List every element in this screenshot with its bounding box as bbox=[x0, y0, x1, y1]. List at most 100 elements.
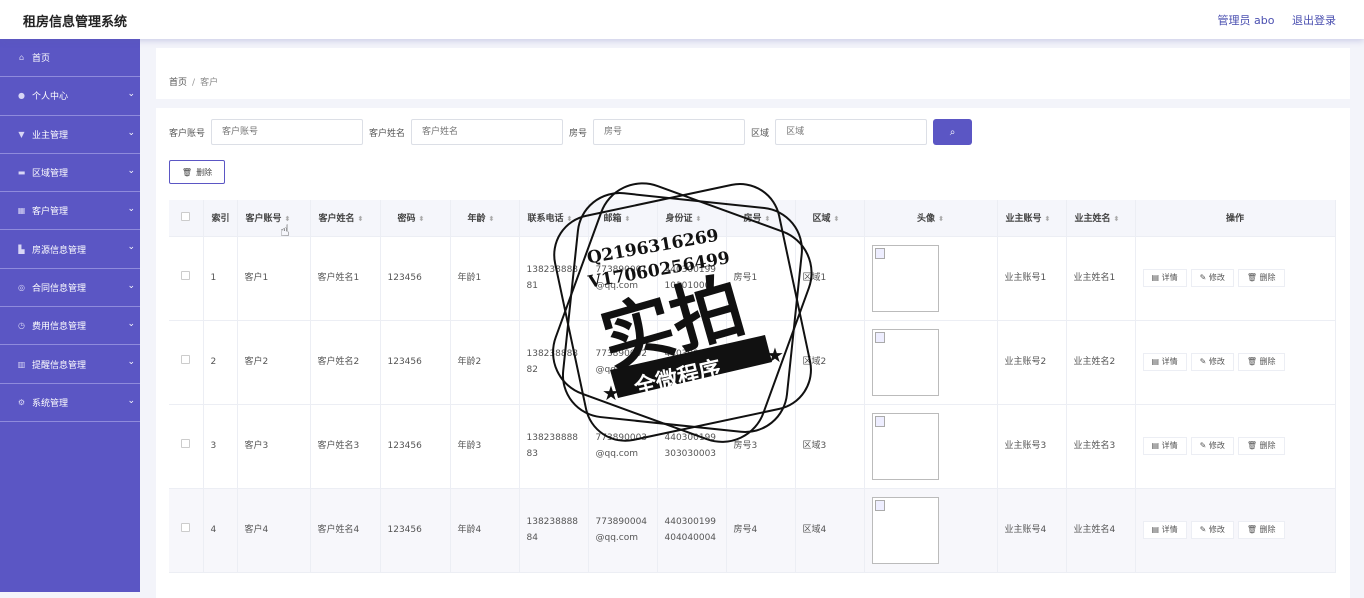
header-idcard[interactable]: 身份证 ⬍ bbox=[657, 200, 727, 237]
cell-area: 区域4 bbox=[795, 488, 865, 573]
trash-icon: 🗑 bbox=[181, 167, 193, 177]
header-area[interactable]: 区域 ⬍ bbox=[795, 200, 865, 237]
select-all-cell[interactable] bbox=[169, 200, 204, 237]
logout-link[interactable]: 退出登录 bbox=[1292, 14, 1336, 27]
edit-button[interactable]: ✎ 修改 bbox=[1190, 521, 1234, 539]
avatar bbox=[871, 412, 939, 480]
header-owner-name[interactable]: 业主姓名 ⬍ bbox=[1066, 200, 1136, 237]
delete-button[interactable]: 🗑 删除 bbox=[1237, 437, 1285, 455]
sidebar-item-owner[interactable]: ▼ 业主管理 ⌄ bbox=[0, 116, 140, 154]
table-row: 4 客户4 客户姓名4 123456 年龄4 138238888 84 77389… bbox=[169, 488, 1336, 573]
header-password[interactable]: 密码 ⬍ bbox=[380, 200, 451, 237]
broken-image-icon bbox=[874, 331, 885, 343]
cell-index: 1 bbox=[203, 236, 238, 321]
delete-button[interactable]: 🗑 删除 bbox=[1237, 269, 1285, 287]
edit-icon: ✎ bbox=[1199, 525, 1209, 534]
header-name[interactable]: 客户姓名 ⬍ bbox=[310, 200, 381, 237]
breadcrumb-separator: / bbox=[192, 78, 196, 88]
cell-account: 客户4 bbox=[237, 488, 311, 573]
edit-button[interactable]: ✎ 修改 bbox=[1190, 437, 1234, 455]
account-input[interactable] bbox=[211, 119, 364, 145]
row-checkbox[interactable] bbox=[181, 439, 191, 448]
cell-owner-name: 业主姓名1 bbox=[1066, 236, 1136, 321]
row-select-cell[interactable] bbox=[169, 488, 204, 573]
header-phone[interactable]: 联系电话 ⬍ bbox=[519, 200, 589, 237]
breadcrumb-home[interactable]: 首页 bbox=[169, 78, 187, 88]
sort-icon[interactable]: ⬍ bbox=[765, 215, 771, 223]
sidebar-item-home[interactable]: ⌂ 首页 bbox=[0, 39, 140, 78]
edit-button[interactable]: ✎ 修改 bbox=[1190, 353, 1234, 371]
cell-name: 客户姓名1 bbox=[310, 236, 381, 321]
edit-icon: ✎ bbox=[1199, 357, 1209, 366]
sort-icon[interactable]: ⬍ bbox=[567, 215, 573, 223]
header-email[interactable]: 邮箱 ⬍ bbox=[588, 200, 658, 237]
room-input[interactable] bbox=[593, 119, 746, 145]
sort-icon[interactable]: ⬍ bbox=[625, 215, 631, 223]
row-checkbox[interactable] bbox=[181, 523, 191, 532]
sort-icon[interactable]: ⬍ bbox=[1045, 215, 1051, 223]
sort-icon[interactable]: ⬍ bbox=[419, 215, 425, 223]
sidebar-item-contract[interactable]: ◎ 合同信息管理 ⌄ bbox=[0, 269, 140, 308]
cell-password: 123456 bbox=[380, 236, 451, 321]
cell-name: 客户姓名4 bbox=[310, 488, 381, 573]
cell-account: 客户3 bbox=[237, 404, 311, 489]
sidebar-item-area[interactable]: ▬ 区域管理 ⌄ bbox=[0, 154, 140, 193]
cell-index: 3 bbox=[203, 404, 238, 489]
sort-icon[interactable]: ⬍ bbox=[834, 215, 840, 223]
sidebar-item-reminder[interactable]: ▥ 提醒信息管理 ⌄ bbox=[0, 345, 140, 384]
chevron-down-icon: ⌄ bbox=[127, 127, 135, 138]
sort-icon[interactable]: ⬍ bbox=[1114, 215, 1120, 223]
batch-delete-button[interactable]: 🗑 删除 bbox=[169, 160, 225, 184]
detail-button[interactable]: ▤ 详情 bbox=[1142, 437, 1187, 455]
chevron-down-icon: ⌄ bbox=[127, 357, 135, 368]
building-icon: ▙ bbox=[18, 244, 25, 254]
delete-button[interactable]: 🗑 删除 bbox=[1237, 521, 1285, 539]
sort-icon[interactable]: ⬍ bbox=[938, 215, 944, 223]
trash-icon: 🗑 bbox=[1246, 441, 1260, 450]
edit-icon: ✎ bbox=[1199, 441, 1209, 450]
chevron-down-icon: ⌄ bbox=[127, 242, 135, 253]
name-input[interactable] bbox=[411, 119, 564, 145]
sidebar-item-system[interactable]: ⚙ 系统管理 ⌄ bbox=[0, 384, 140, 422]
delete-button[interactable]: 🗑 删除 bbox=[1237, 353, 1285, 371]
row-select-cell[interactable] bbox=[169, 404, 204, 489]
edit-button[interactable]: ✎ 修改 bbox=[1190, 269, 1234, 287]
table-row: 1 客户1 客户姓名1 123456 年龄1 138238888 81 77389… bbox=[169, 236, 1336, 321]
row-checkbox[interactable] bbox=[181, 355, 191, 364]
user-icon: ● bbox=[18, 91, 25, 101]
broken-image-icon bbox=[874, 415, 885, 427]
detail-button[interactable]: ▤ 详情 bbox=[1142, 521, 1187, 539]
detail-button[interactable]: ▤ 详情 bbox=[1142, 269, 1187, 287]
header-index: 索引 bbox=[203, 200, 238, 237]
cell-avatar bbox=[864, 320, 998, 405]
search-button[interactable]: ⌕ bbox=[933, 119, 973, 145]
cell-phone: 138238888 82 bbox=[519, 320, 589, 405]
cell-email: 773890003 @qq.com bbox=[588, 404, 658, 489]
row-select-cell[interactable] bbox=[169, 236, 204, 321]
chevron-down-icon: ⌄ bbox=[127, 204, 135, 215]
sidebar-item-customer[interactable]: ▦ 客户管理 ⌄ bbox=[0, 192, 140, 231]
detail-button[interactable]: ▤ 详情 bbox=[1142, 353, 1187, 371]
select-all-checkbox[interactable] bbox=[181, 211, 191, 221]
sidebar-item-profile[interactable]: ● 个人中心 ⌄ bbox=[0, 77, 140, 116]
sidebar-item-fee[interactable]: ◷ 费用信息管理 ⌄ bbox=[0, 307, 140, 346]
sort-icon[interactable]: ⬍ bbox=[696, 215, 702, 223]
compass-icon: ◎ bbox=[18, 282, 25, 292]
area-input[interactable] bbox=[775, 119, 928, 145]
breadcrumb-current: 客户 bbox=[200, 78, 219, 88]
header-owner-account[interactable]: 业主账号 ⬍ bbox=[997, 200, 1067, 237]
header-age[interactable]: 年龄 ⬍ bbox=[450, 200, 520, 237]
row-select-cell[interactable] bbox=[169, 320, 204, 405]
row-checkbox[interactable] bbox=[181, 271, 191, 280]
current-user[interactable]: 管理员 abo bbox=[1218, 14, 1275, 27]
cell-name: 客户姓名2 bbox=[310, 320, 381, 405]
cell-avatar bbox=[864, 404, 998, 489]
breadcrumb: 首页 / 客户 bbox=[169, 75, 218, 88]
header-account[interactable]: 客户账号 ⬍ bbox=[237, 200, 311, 237]
header-avatar[interactable]: 头像 ⬍ bbox=[864, 200, 998, 237]
header-room[interactable]: 房号 ⬍ bbox=[726, 200, 796, 237]
sort-icon[interactable]: ⬍ bbox=[489, 215, 495, 223]
sort-icon[interactable]: ⬍ bbox=[358, 215, 364, 223]
sidebar-item-housing[interactable]: ▙ 房源信息管理 ⌄ bbox=[0, 230, 140, 269]
cell-idcard: 440300199 202020002 bbox=[657, 320, 727, 405]
